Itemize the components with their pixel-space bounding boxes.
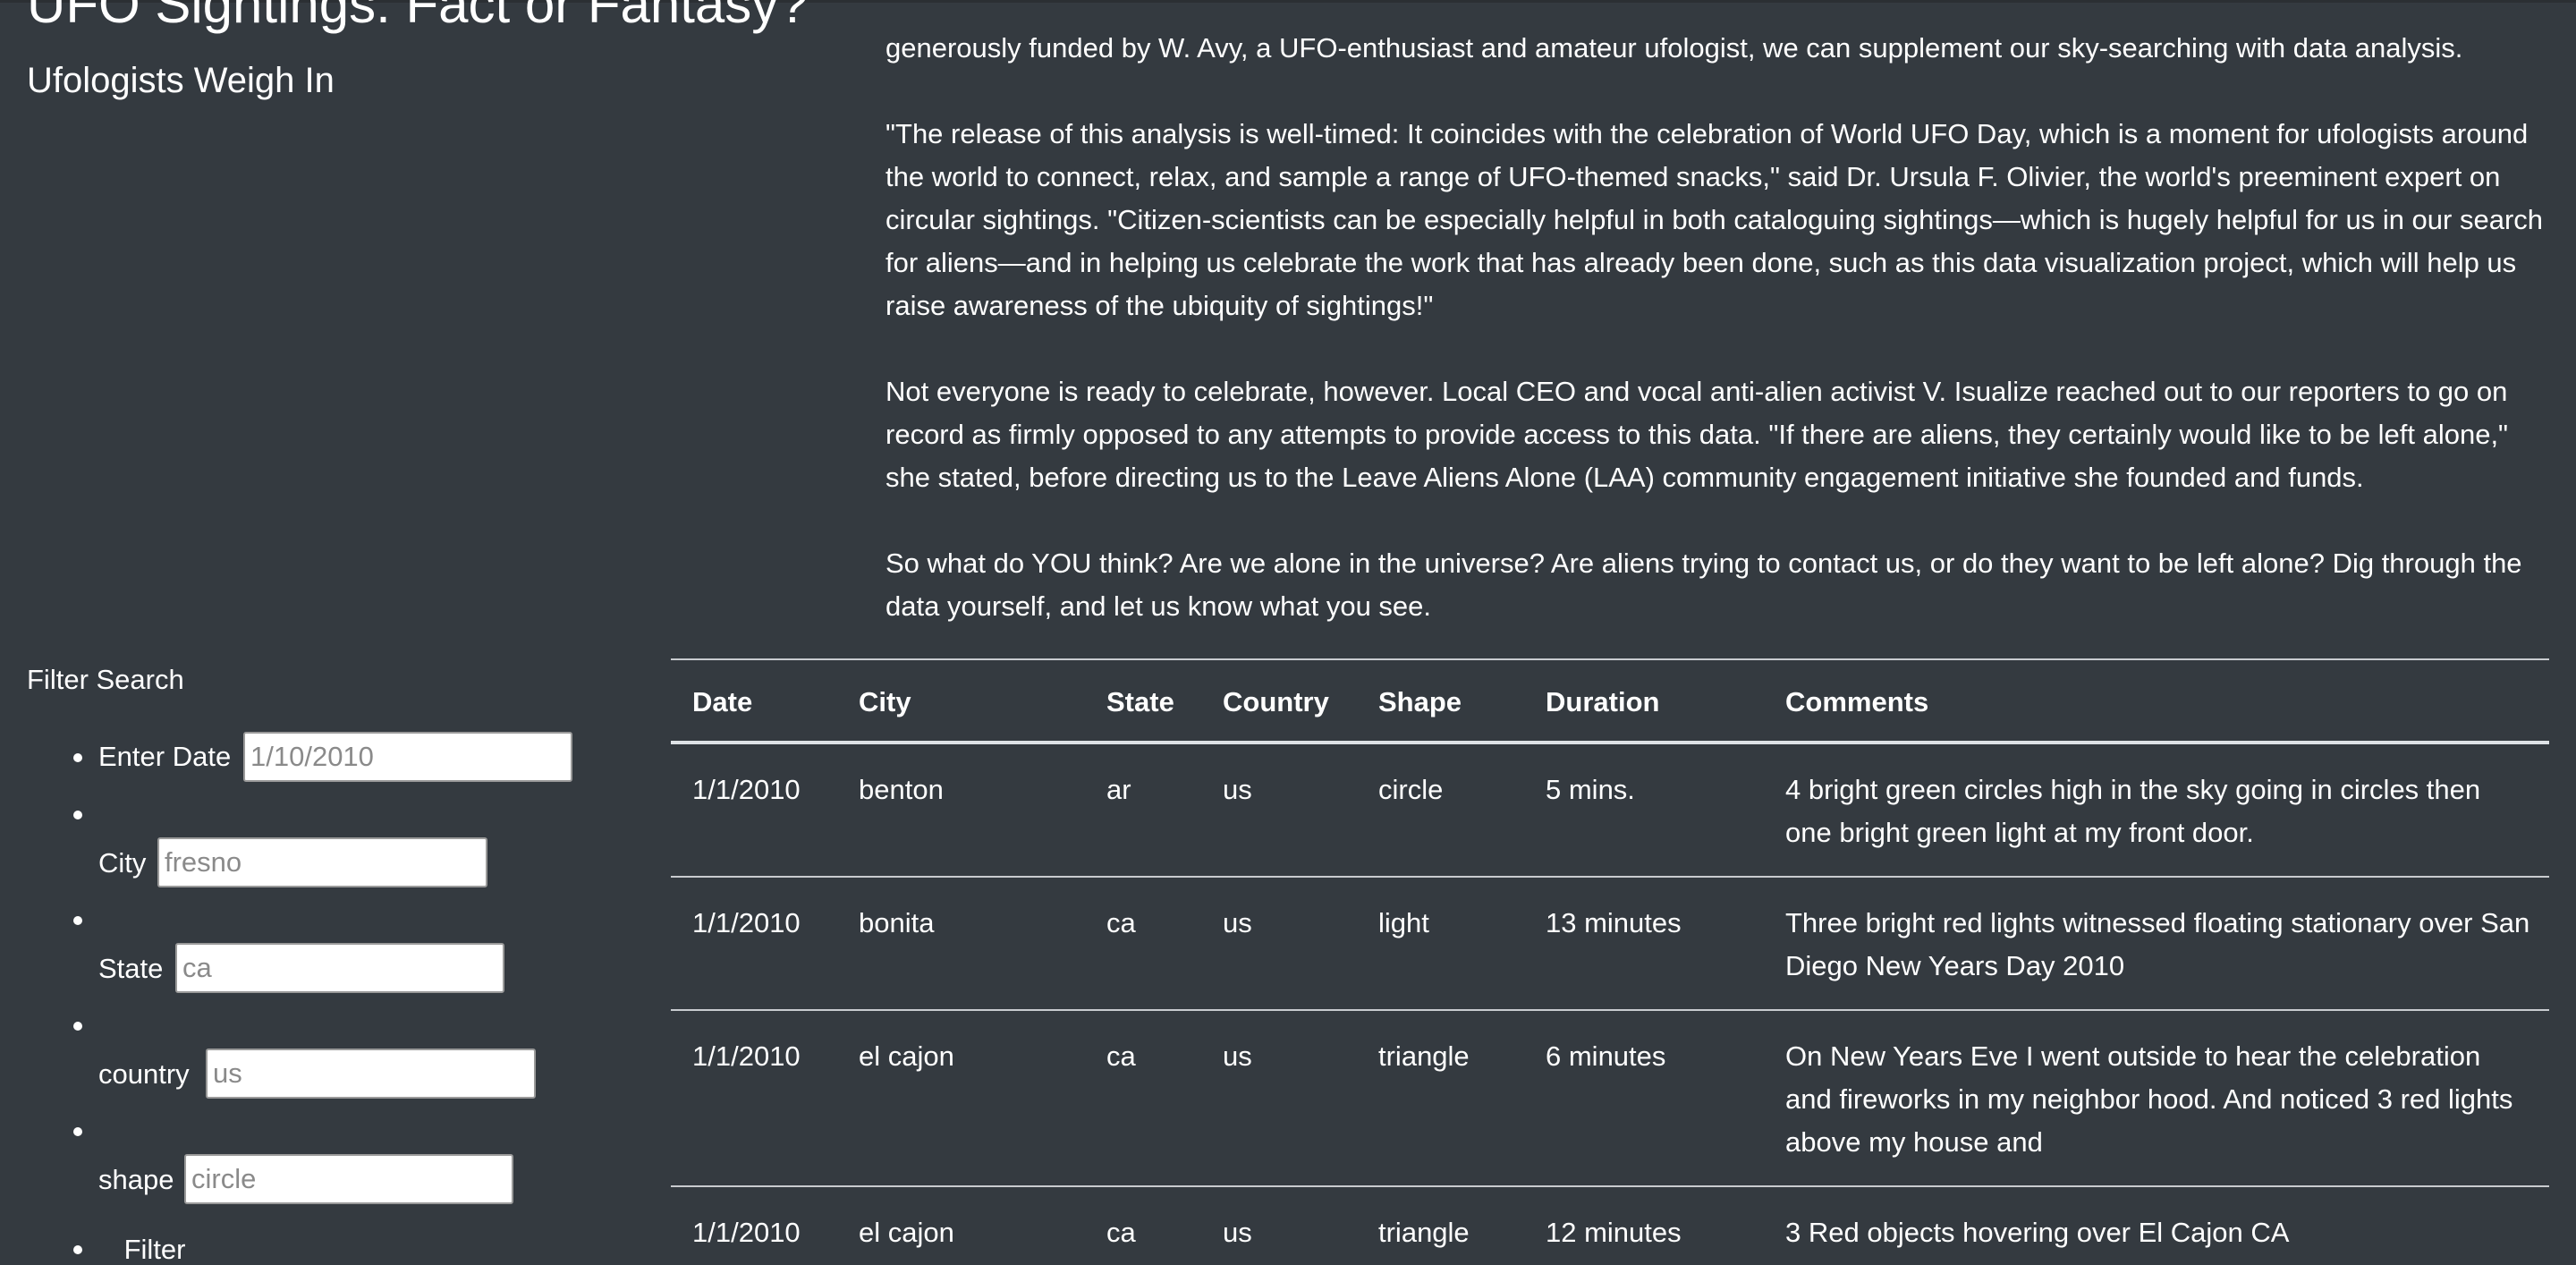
cell-comments: 4 bright green circles high in the sky g… — [1764, 743, 2549, 878]
cell-duration: 5 mins. — [1524, 743, 1764, 878]
cell-date: 1/1/2010 — [671, 743, 837, 878]
bullet-icon — [73, 753, 82, 762]
cell-country: us — [1201, 1186, 1357, 1265]
cell-city: bonita — [837, 877, 1085, 1011]
date-input[interactable] — [243, 732, 572, 782]
bullet-icon — [73, 1127, 82, 1136]
state-input[interactable] — [175, 943, 504, 993]
cell-date: 1/1/2010 — [671, 1186, 837, 1265]
column-header-state: State — [1085, 658, 1201, 744]
cell-shape: light — [1357, 877, 1524, 1011]
article-body: generously funded by W. Avy, a UFO-enthu… — [886, 27, 2549, 628]
filter-heading: Filter Search — [27, 664, 184, 695]
country-input[interactable] — [206, 1049, 536, 1099]
cell-city: el cajon — [837, 1010, 1085, 1187]
cell-comments: 3 Red objects hovering over El Cajon CA — [1764, 1186, 2549, 1265]
table-row: 1/1/2010 el cajon ca us triangle 12 minu… — [671, 1186, 2549, 1265]
table-header-row: Date City State Country Shape Duration C… — [671, 658, 2549, 744]
cell-shape: triangle — [1357, 1010, 1524, 1187]
page-title: UFO Sightings: Fact or Fantasy? — [27, 0, 809, 34]
table-row: 1/1/2010 el cajon ca us triangle 6 minut… — [671, 1010, 2549, 1187]
column-header-duration: Duration — [1524, 658, 1764, 744]
bullet-icon — [73, 1022, 82, 1031]
cell-country: us — [1201, 877, 1357, 1011]
cell-date: 1/1/2010 — [671, 1010, 837, 1187]
ufo-table: Date City State Country Shape Duration C… — [671, 658, 2549, 1265]
column-header-shape: Shape — [1357, 658, 1524, 744]
page-subtitle: Ufologists Weigh In — [27, 61, 335, 100]
bullet-icon — [73, 811, 82, 819]
ufo-table-container: Date City State Country Shape Duration C… — [671, 658, 2549, 1265]
table-row: 1/1/2010 bonita ca us light 13 minutes T… — [671, 877, 2549, 1011]
column-header-date: Date — [671, 658, 837, 744]
filter-table-button[interactable]: Filter Table — [109, 1229, 200, 1265]
cell-duration: 12 minutes — [1524, 1186, 1764, 1265]
column-header-country: Country — [1201, 658, 1357, 744]
cell-country: us — [1201, 743, 1357, 878]
cell-city: benton — [837, 743, 1085, 878]
cell-comments: Three bright red lights witnessed floati… — [1764, 877, 2549, 1011]
city-label: City — [98, 847, 147, 879]
cell-country: us — [1201, 1010, 1357, 1187]
cell-duration: 6 minutes — [1524, 1010, 1764, 1187]
cell-shape: triangle — [1357, 1186, 1524, 1265]
column-header-comments: Comments — [1764, 658, 2549, 744]
page: UFO Sightings: Fact or Fantasy? Ufologis… — [0, 0, 2576, 1265]
shape-label: shape — [98, 1164, 174, 1195]
article-paragraph: "The release of this analysis is well-ti… — [886, 118, 2544, 321]
article-paragraph: generously funded by W. Avy, a UFO-enthu… — [886, 32, 2463, 64]
cell-comments: On New Years Eve I went outside to hear … — [1764, 1010, 2549, 1187]
article-paragraph: Not everyone is ready to celebrate, howe… — [886, 376, 2509, 493]
column-header-city: City — [837, 658, 1085, 744]
cell-duration: 13 minutes — [1524, 877, 1764, 1011]
cell-state: ca — [1085, 1010, 1201, 1187]
shape-input[interactable] — [184, 1154, 513, 1204]
cell-city: el cajon — [837, 1186, 1085, 1265]
cell-shape: circle — [1357, 743, 1524, 878]
date-label: Enter Date — [98, 741, 232, 772]
bullet-icon — [73, 1245, 82, 1254]
bullet-icon — [73, 916, 82, 925]
city-input[interactable] — [157, 837, 487, 887]
cell-state: ca — [1085, 1186, 1201, 1265]
cell-state: ca — [1085, 877, 1201, 1011]
table-row: 1/1/2010 benton ar us circle 5 mins. 4 b… — [671, 743, 2549, 878]
cell-state: ar — [1085, 743, 1201, 878]
article-paragraph: So what do YOU think? Are we alone in th… — [886, 548, 2522, 622]
country-label: country — [98, 1058, 190, 1090]
cell-date: 1/1/2010 — [671, 877, 837, 1011]
state-label: State — [98, 953, 164, 984]
